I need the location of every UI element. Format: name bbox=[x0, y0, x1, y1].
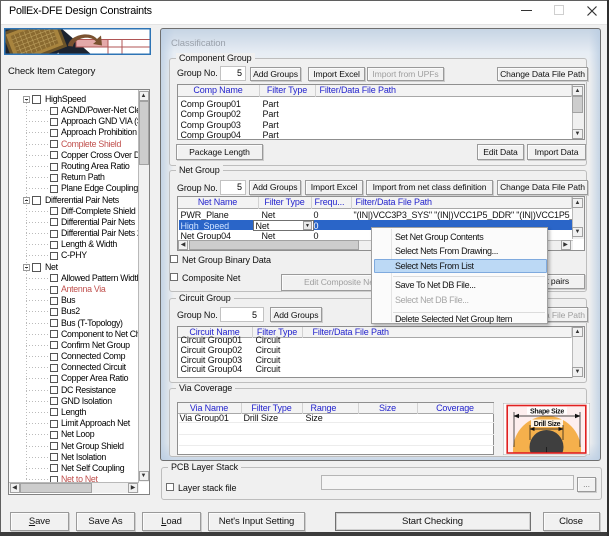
svg-text:Shape Size: Shape Size bbox=[530, 409, 564, 416]
svg-text:Drill Size: Drill Size bbox=[534, 421, 561, 428]
